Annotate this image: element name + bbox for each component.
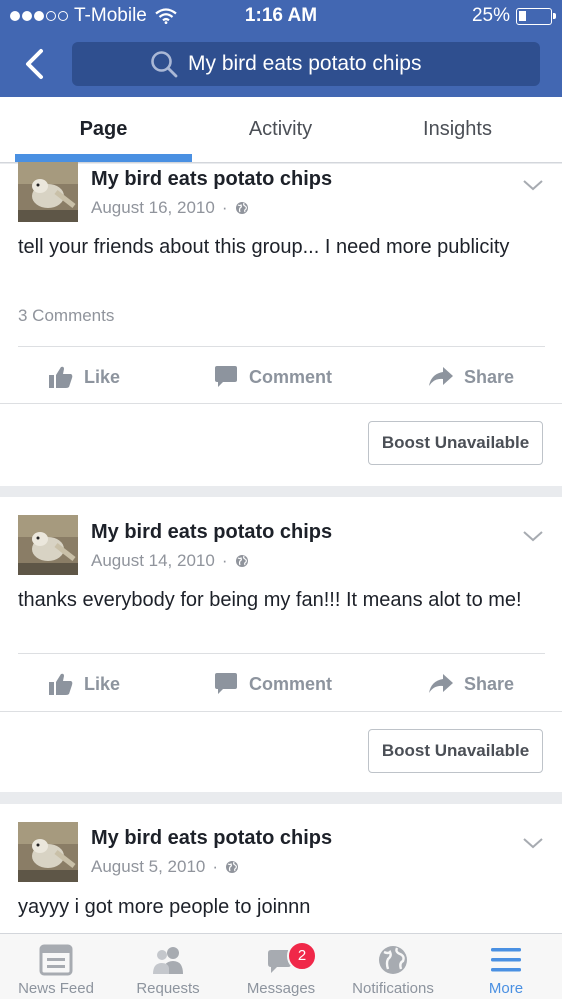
comment-icon xyxy=(215,673,237,694)
bird-photo xyxy=(18,515,78,575)
divider xyxy=(0,403,562,404)
comment-label: Comment xyxy=(249,366,333,387)
post-actions: Like Comment Share xyxy=(0,350,562,404)
boost-button[interactable]: Boost Unavailable xyxy=(368,421,543,465)
post-options-chevron-icon[interactable] xyxy=(522,529,544,543)
divider xyxy=(18,346,545,347)
comments-count[interactable]: 3 Comments xyxy=(18,306,114,326)
avatar[interactable] xyxy=(18,162,78,222)
post: My bird eats potato chips August 14, 201… xyxy=(0,497,562,792)
like-label: Like xyxy=(84,366,121,387)
post-text: tell your friends about this group... I … xyxy=(18,236,510,258)
post-meta: August 5, 2010 · xyxy=(91,857,239,877)
news-feed-icon xyxy=(39,944,73,976)
meta-separator: · xyxy=(212,857,219,876)
post-text: thanks everybody for being my fan!!! It … xyxy=(18,589,522,611)
comment-button[interactable]: Comment xyxy=(213,657,332,711)
nav-messages[interactable]: 2 Messages xyxy=(225,934,337,999)
globe-icon xyxy=(235,555,248,567)
battery-percent: 25% xyxy=(471,5,510,26)
comment-label: Comment xyxy=(249,673,333,694)
post-text: yayyy i got more people to joinnn xyxy=(18,896,311,918)
tab-insights[interactable]: Insights xyxy=(369,97,546,160)
post-date[interactable]: August 14, 2010 xyxy=(91,551,215,571)
nav-news-feed[interactable]: News Feed xyxy=(0,934,112,999)
search-icon xyxy=(151,51,178,78)
post-meta: August 16, 2010 · xyxy=(91,198,249,218)
nav-label: News Feed xyxy=(18,980,94,997)
nav-label: Notifications xyxy=(352,980,434,997)
nav-label: Messages xyxy=(246,980,316,997)
comment-button[interactable]: Comment xyxy=(213,350,332,404)
nav-label: More xyxy=(488,980,524,997)
divider xyxy=(0,711,562,712)
active-tab-indicator xyxy=(15,154,192,162)
status-bar: T-Mobile 1:16 AM 25% xyxy=(0,0,562,34)
post-date[interactable]: August 16, 2010 xyxy=(91,198,215,218)
post-author[interactable]: My bird eats potato chips xyxy=(91,521,332,544)
post-actions: Like Comment Share xyxy=(0,657,562,711)
divider xyxy=(18,653,545,654)
notification-badge: 2 xyxy=(287,941,317,971)
battery-icon xyxy=(516,7,556,25)
meta-separator: · xyxy=(221,551,228,570)
bird-photo xyxy=(18,162,78,222)
top-bar: T-Mobile 1:16 AM 25% My bird eats potato… xyxy=(0,0,562,97)
like-button[interactable]: Like xyxy=(48,657,120,711)
boost-button[interactable]: Boost Unavailable xyxy=(368,729,543,773)
menu-icon xyxy=(491,948,521,972)
back-button[interactable] xyxy=(16,44,52,84)
search-input[interactable]: My bird eats potato chips xyxy=(72,42,540,86)
avatar[interactable] xyxy=(18,515,78,575)
comment-icon xyxy=(215,366,237,387)
like-icon xyxy=(49,366,73,388)
share-button[interactable]: Share xyxy=(428,350,514,404)
globe-icon xyxy=(379,946,407,974)
bird-photo xyxy=(18,822,78,882)
like-icon xyxy=(49,673,73,695)
nav-more[interactable]: More xyxy=(450,934,562,999)
post-options-chevron-icon[interactable] xyxy=(522,178,544,192)
share-icon xyxy=(429,674,453,693)
nav-label: Requests xyxy=(136,980,200,997)
tab-activity[interactable]: Activity xyxy=(192,97,369,160)
post-author[interactable]: My bird eats potato chips xyxy=(91,827,332,850)
post-options-chevron-icon[interactable] xyxy=(522,836,544,850)
globe-icon xyxy=(235,202,248,214)
post-author[interactable]: My bird eats potato chips xyxy=(91,168,332,191)
post: My bird eats potato chips August 5, 2010… xyxy=(0,804,562,933)
post-date[interactable]: August 5, 2010 xyxy=(91,857,205,877)
status-right: 25% xyxy=(471,5,556,27)
like-label: Like xyxy=(84,673,121,694)
share-button[interactable]: Share xyxy=(428,657,514,711)
friends-icon xyxy=(153,947,183,974)
share-label: Share xyxy=(464,366,515,387)
like-button[interactable]: Like xyxy=(48,350,120,404)
post-meta: August 14, 2010 · xyxy=(91,551,249,571)
globe-icon xyxy=(226,861,239,873)
share-icon xyxy=(429,367,453,386)
bottom-nav: News Feed Requests 2 Messages Notificati… xyxy=(0,933,562,999)
meta-separator: · xyxy=(221,198,228,217)
post: My bird eats potato chips August 16, 201… xyxy=(0,162,562,486)
tab-page[interactable]: Page xyxy=(15,97,192,160)
nav-requests[interactable]: Requests xyxy=(112,934,224,999)
chevron-left-icon xyxy=(26,49,43,79)
avatar[interactable] xyxy=(18,822,78,882)
nav-notifications[interactable]: Notifications xyxy=(337,934,449,999)
share-label: Share xyxy=(464,673,515,694)
search-query: My bird eats potato chips xyxy=(188,52,422,75)
